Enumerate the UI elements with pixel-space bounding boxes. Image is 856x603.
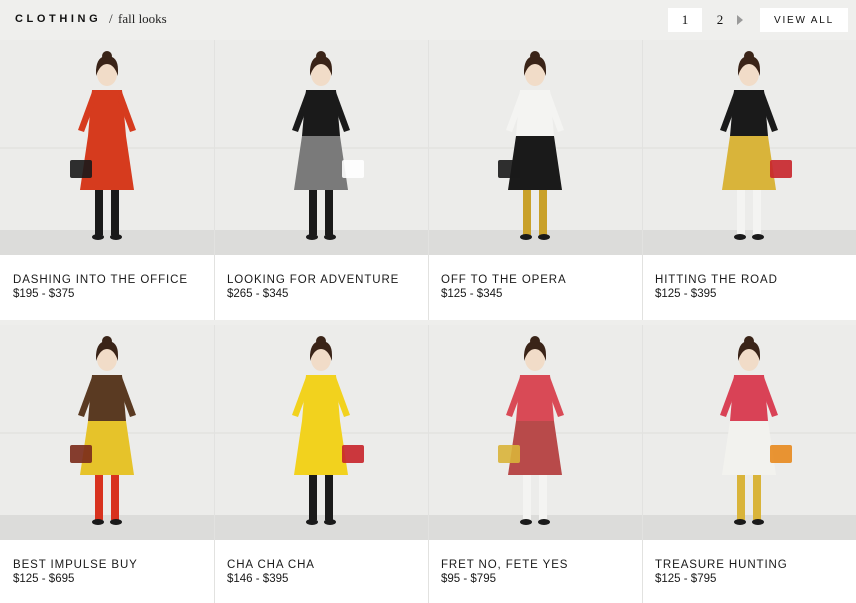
look-card[interactable]: FRET NO, FETE YES $95 - $795	[428, 325, 642, 603]
card-divider	[214, 325, 215, 603]
look-title[interactable]: HITTING THE ROAD	[655, 274, 778, 286]
look-price: $125 - $345	[441, 288, 503, 300]
look-price: $265 - $345	[227, 288, 289, 300]
look-card[interactable]: HITTING THE ROAD $125 - $395	[642, 40, 856, 320]
look-photo[interactable]	[214, 325, 428, 540]
card-divider	[214, 40, 215, 320]
look-caption: HITTING THE ROAD $125 - $395	[655, 274, 778, 300]
look-title[interactable]: FRET NO, FETE YES	[441, 559, 568, 571]
look-title[interactable]: DASHING INTO THE OFFICE	[13, 274, 188, 286]
look-card[interactable]: TREASURE HUNTING $125 - $795	[642, 325, 856, 603]
breadcrumb-separator: /	[109, 11, 113, 26]
card-divider	[428, 40, 429, 320]
look-caption: OFF TO THE OPERA $125 - $345	[441, 274, 567, 300]
look-photo[interactable]	[642, 40, 856, 255]
look-price: $125 - $695	[13, 573, 75, 585]
look-card[interactable]: OFF TO THE OPERA $125 - $345	[428, 40, 642, 320]
look-caption: DASHING INTO THE OFFICE $195 - $375	[13, 274, 188, 300]
look-title[interactable]: CHA CHA CHA	[227, 559, 315, 571]
page-1-button[interactable]: 1	[668, 8, 702, 32]
look-caption: TREASURE HUNTING $125 - $795	[655, 559, 788, 585]
look-price: $146 - $395	[227, 573, 289, 585]
look-photo[interactable]	[214, 40, 428, 255]
look-photo[interactable]	[428, 325, 642, 540]
section-title[interactable]: CLOTHING	[15, 13, 101, 25]
look-caption: FRET NO, FETE YES $95 - $795	[441, 559, 568, 585]
look-photo[interactable]	[0, 40, 214, 255]
look-card[interactable]: LOOKING FOR ADVENTURE $265 - $345	[214, 40, 428, 320]
look-price: $195 - $375	[13, 288, 75, 300]
look-card[interactable]: BEST IMPULSE BUY $125 - $695	[0, 325, 214, 603]
look-caption: CHA CHA CHA $146 - $395	[227, 559, 315, 585]
card-divider	[642, 325, 643, 603]
look-photo[interactable]	[642, 325, 856, 540]
look-title[interactable]: TREASURE HUNTING	[655, 559, 788, 571]
look-photo[interactable]	[428, 40, 642, 255]
look-caption: LOOKING FOR ADVENTURE $265 - $345	[227, 274, 399, 300]
next-page-arrow-icon[interactable]	[737, 15, 743, 25]
top-bar: CLOTHING / fall looks 1 2 VIEW ALL	[0, 0, 856, 40]
look-title[interactable]: BEST IMPULSE BUY	[13, 559, 138, 571]
look-price: $125 - $395	[655, 288, 717, 300]
look-card[interactable]: CHA CHA CHA $146 - $395	[214, 325, 428, 603]
look-title[interactable]: OFF TO THE OPERA	[441, 274, 567, 286]
view-all-button[interactable]: VIEW ALL	[760, 8, 848, 32]
page-2-button[interactable]: 2	[706, 8, 734, 32]
look-price: $95 - $795	[441, 573, 496, 585]
card-divider	[428, 325, 429, 603]
look-title[interactable]: LOOKING FOR ADVENTURE	[227, 274, 399, 286]
look-caption: BEST IMPULSE BUY $125 - $695	[13, 559, 138, 585]
breadcrumb-fall-looks: fall looks	[118, 11, 167, 26]
look-price: $125 - $795	[655, 573, 717, 585]
card-divider	[642, 40, 643, 320]
look-card[interactable]: DASHING INTO THE OFFICE $195 - $375	[0, 40, 214, 320]
look-photo[interactable]	[0, 325, 214, 540]
